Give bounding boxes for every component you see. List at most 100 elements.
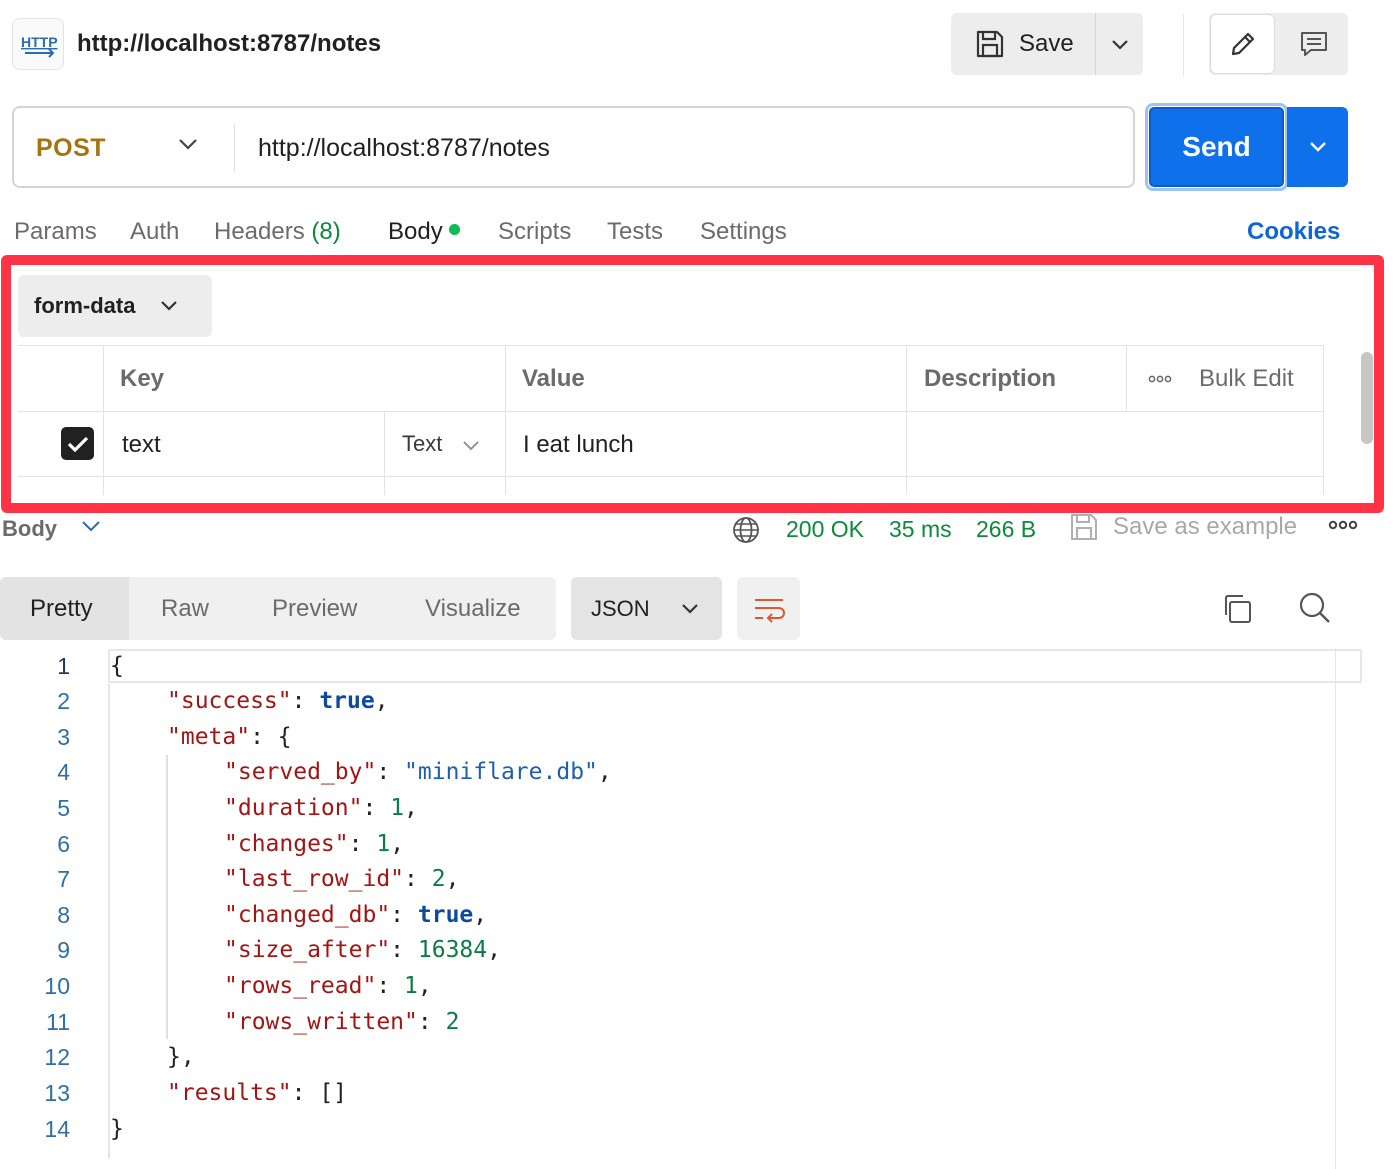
line-number: 9: [57, 937, 70, 963]
code-line: "size_after": 16384,: [224, 937, 501, 963]
line-number: 1: [57, 653, 70, 679]
code-token: 2: [431, 866, 446, 892]
globe-icon[interactable]: [731, 515, 761, 545]
comments-button[interactable]: [1279, 13, 1348, 75]
response-time[interactable]: 35 ms: [889, 516, 952, 543]
tab-tests[interactable]: Tests: [607, 218, 663, 246]
request-header: HTTP http://localhost:8787/notes Save: [0, 0, 1400, 92]
line-number: 10: [44, 973, 70, 999]
http-request-icon: HTTP: [12, 18, 64, 70]
code-token: "duration": [224, 795, 363, 821]
line-number: 11: [46, 1009, 70, 1035]
body-indicator-dot: [448, 224, 460, 235]
code-token: "results": [167, 1080, 292, 1106]
wrap-lines-button[interactable]: [737, 577, 800, 640]
save-options-dropdown[interactable]: [1096, 13, 1143, 75]
code-token: {: [110, 653, 124, 679]
code-token: true: [319, 688, 375, 714]
code-line: "rows_read": 1,: [224, 973, 432, 999]
code-token: "size_after": [224, 937, 391, 963]
code-token: 16384: [417, 937, 488, 963]
code-token: "miniflare.db": [404, 759, 598, 785]
method-select[interactable]: POST: [36, 134, 106, 163]
more-options-icon[interactable]: [1328, 520, 1358, 530]
tab-params[interactable]: Params: [14, 218, 97, 246]
code-token: "rows_read": [224, 973, 377, 999]
chevron-down-icon: [681, 603, 698, 614]
response-view-tabs: Pretty Raw Preview Visualize: [0, 577, 556, 640]
line-number: 14: [44, 1116, 70, 1142]
copy-icon[interactable]: [1221, 593, 1253, 625]
tab-body-label: Body: [388, 218, 443, 245]
chevron-down-icon: [1111, 40, 1128, 50]
code-token: "success": [167, 688, 292, 714]
cookies-link[interactable]: Cookies: [1247, 218, 1340, 246]
code-token: 1: [404, 973, 418, 999]
view-tab-pretty[interactable]: Pretty: [0, 577, 129, 640]
chevron-down-icon: [1309, 142, 1326, 152]
code-token: "changed_db": [224, 902, 391, 928]
code-token: "served_by": [224, 759, 377, 785]
search-icon[interactable]: [1298, 591, 1332, 625]
status-code[interactable]: 200 OK: [786, 516, 864, 543]
code-line: "served_by": "miniflare.db",: [224, 759, 612, 785]
save-label: Save: [1019, 30, 1074, 57]
tab-settings[interactable]: Settings: [700, 218, 787, 246]
tab-auth[interactable]: Auth: [130, 218, 179, 246]
code-line: "duration": 1,: [224, 795, 418, 821]
send-options-dropdown[interactable]: [1287, 107, 1348, 187]
view-tab-preview[interactable]: Preview: [272, 577, 357, 640]
code-gutter-guide: [108, 684, 110, 1159]
code-token: "changes": [224, 831, 349, 857]
save-button-group: Save: [951, 13, 1143, 75]
code-token: "rows_written": [224, 1009, 418, 1035]
comment-icon: [1300, 32, 1327, 56]
response-size[interactable]: 266 B: [976, 516, 1036, 543]
code-line: "meta": {: [167, 724, 292, 750]
svg-text:HTTP: HTTP: [21, 34, 58, 50]
tab-body[interactable]: Body: [388, 218, 460, 246]
request-title[interactable]: http://localhost:8787/notes: [77, 30, 381, 58]
active-line-highlight: [108, 649, 1362, 683]
code-token: []: [319, 1080, 348, 1106]
code-token: "meta": [167, 724, 251, 750]
tab-headers[interactable]: Headers (8): [214, 218, 341, 246]
save-as-example-label: Save as example: [1113, 513, 1298, 540]
line-number: 5: [57, 795, 70, 821]
code-token: "last_row_id": [224, 866, 405, 892]
line-number: 7: [57, 866, 70, 892]
response-format-select[interactable]: JSON: [571, 577, 722, 640]
send-button[interactable]: Send: [1149, 107, 1284, 187]
code-line: "changed_db": true,: [224, 902, 488, 928]
view-tab-raw[interactable]: Raw: [161, 577, 209, 640]
code-line: "results": []: [167, 1080, 348, 1106]
chevron-down-icon[interactable]: [80, 518, 102, 534]
url-bar: POST http://localhost:8787/notes: [12, 106, 1135, 188]
annotation-highlight-box: [1, 255, 1384, 513]
side-actions: [1209, 13, 1348, 75]
indent-guide: [166, 755, 168, 1039]
headers-count: (8): [311, 218, 341, 245]
chevron-down-icon[interactable]: [177, 136, 199, 152]
code-line: "last_row_id": 2,: [224, 866, 460, 892]
code-line: "success": true,: [167, 688, 389, 714]
line-number: 12: [44, 1044, 70, 1070]
edit-button[interactable]: [1210, 14, 1275, 74]
tab-headers-label: Headers: [214, 218, 305, 245]
wrap-lines-icon: [754, 598, 785, 623]
line-number: 8: [57, 902, 70, 928]
response-code-viewer[interactable]: 1 2 3 4 5 6 7 8 9 10 11 12 13 14 { "succ…: [0, 648, 1400, 1169]
response-body-label[interactable]: Body: [2, 516, 57, 542]
tab-scripts[interactable]: Scripts: [498, 218, 571, 246]
line-number: 13: [44, 1080, 70, 1106]
header-divider: [1183, 14, 1184, 76]
save-as-example-button[interactable]: Save as example: [1069, 512, 1297, 542]
code-line: "rows_written": 2: [224, 1009, 460, 1035]
url-input[interactable]: http://localhost:8787/notes: [258, 134, 550, 163]
line-number: 2: [57, 688, 70, 714]
code-token: 1: [390, 795, 405, 821]
response-format-label: JSON: [591, 595, 650, 621]
save-button[interactable]: Save: [951, 13, 1095, 75]
code-token: true: [417, 902, 474, 928]
view-tab-visualize[interactable]: Visualize: [425, 577, 521, 640]
